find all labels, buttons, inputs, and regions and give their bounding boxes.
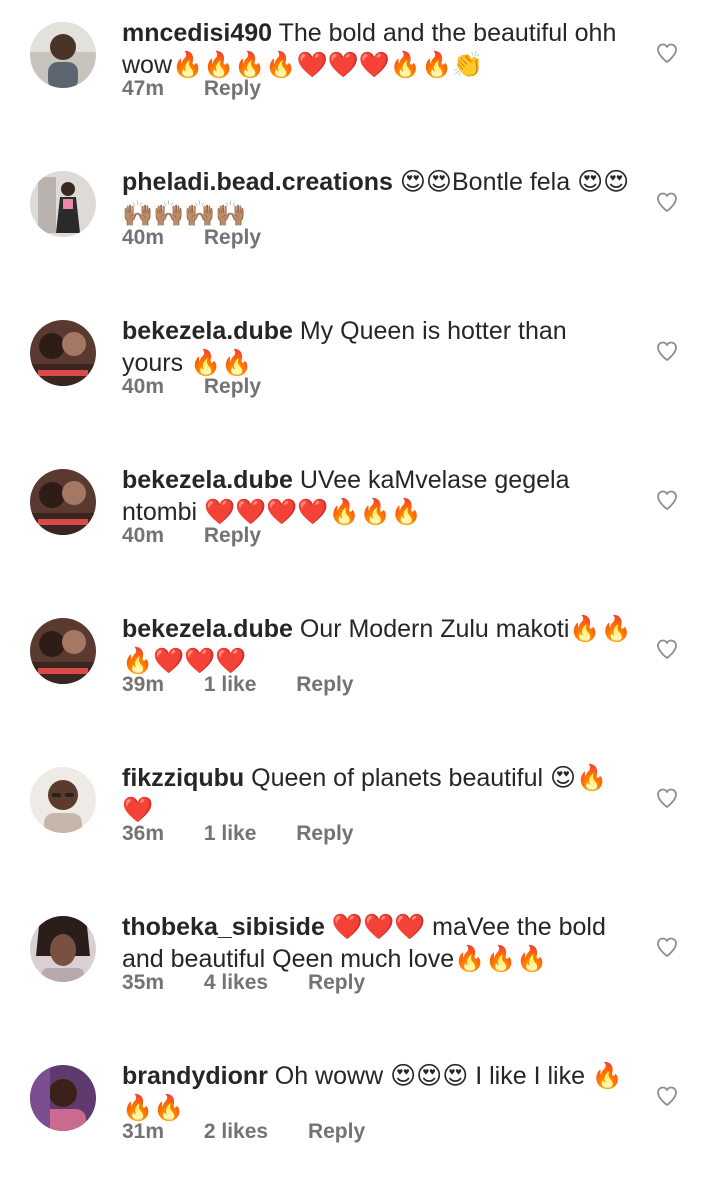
reply-button[interactable]: Reply [204, 77, 261, 100]
avatar[interactable] [30, 767, 96, 833]
comment-username[interactable]: fikzziqubu [122, 764, 244, 792]
comment-meta: 36m 1 like Reply [122, 822, 387, 846]
heart-outline-icon[interactable] [655, 190, 679, 214]
comment-meta: 40m Reply [122, 375, 295, 399]
like-count[interactable]: 4 likes [204, 971, 268, 994]
comment-timestamp: 31m [122, 1120, 165, 1143]
comment-text: thobeka_sibiside ❤️❤️❤️ maVee the bold a… [122, 912, 632, 975]
avatar[interactable] [30, 469, 96, 535]
comment-item: mncedisi490 The bold and the beautiful o… [0, 0, 720, 149]
comment-text: mncedisi490 The bold and the beautiful o… [122, 18, 632, 81]
comment-username[interactable]: bekezela.dube [122, 615, 293, 643]
comment-timestamp: 39m [122, 673, 165, 696]
reply-button[interactable]: Reply [204, 524, 261, 547]
avatar[interactable] [30, 171, 96, 237]
comment-timestamp: 40m [122, 375, 165, 398]
comment-item: thobeka_sibiside ❤️❤️❤️ maVee the bold a… [0, 894, 720, 1043]
comment-timestamp: 47m [122, 77, 165, 100]
avatar[interactable] [30, 618, 96, 684]
comment-username[interactable]: pheladi.bead.creations [122, 168, 393, 196]
avatar[interactable] [30, 1065, 96, 1131]
comment-text: brandydionr Oh woww 😍😍😍 I like I like 🔥🔥… [122, 1061, 632, 1124]
comment-item: fikzziqubu Queen of planets beautiful 😍🔥… [0, 745, 720, 894]
heart-outline-icon[interactable] [655, 488, 679, 512]
avatar[interactable] [30, 916, 96, 982]
comment-meta: 39m 1 like Reply [122, 673, 387, 697]
reply-button[interactable]: Reply [296, 822, 353, 845]
like-count[interactable]: 1 like [204, 822, 257, 845]
comment-meta: 35m 4 likes Reply [122, 971, 399, 995]
heart-outline-icon[interactable] [655, 786, 679, 810]
like-count[interactable]: 1 like [204, 673, 257, 696]
comment-item: bekezela.dube Our Modern Zulu makoti🔥🔥🔥❤… [0, 596, 720, 745]
reply-button[interactable]: Reply [204, 226, 261, 249]
heart-outline-icon[interactable] [655, 1084, 679, 1108]
comment-meta: 31m 2 likes Reply [122, 1120, 399, 1144]
comment-text: pheladi.bead.creations 😍😍Bontle fela 😍😍🙌… [122, 167, 632, 230]
comment-text: fikzziqubu Queen of planets beautiful 😍🔥… [122, 763, 632, 826]
avatar[interactable] [30, 22, 96, 88]
comment-timestamp: 36m [122, 822, 165, 845]
comment-timestamp: 40m [122, 524, 165, 547]
comment-username[interactable]: bekezela.dube [122, 317, 293, 345]
comment-username[interactable]: thobeka_sibiside [122, 913, 325, 941]
heart-outline-icon[interactable] [655, 41, 679, 65]
reply-button[interactable]: Reply [308, 971, 365, 994]
comment-meta: 47m Reply [122, 77, 295, 101]
comment-timestamp: 35m [122, 971, 165, 994]
reply-button[interactable]: Reply [308, 1120, 365, 1143]
comment-item: bekezela.dube My Queen is hotter than yo… [0, 298, 720, 447]
comment-meta: 40m Reply [122, 524, 295, 548]
comment-list: mncedisi490 The bold and the beautiful o… [0, 0, 720, 1168]
comment-username[interactable]: mncedisi490 [122, 19, 272, 47]
reply-button[interactable]: Reply [204, 375, 261, 398]
heart-outline-icon[interactable] [655, 935, 679, 959]
comment-username[interactable]: bekezela.dube [122, 466, 293, 494]
comment-meta: 40m Reply [122, 226, 295, 250]
reply-button[interactable]: Reply [296, 673, 353, 696]
comment-timestamp: 40m [122, 226, 165, 249]
comment-text: bekezela.dube Our Modern Zulu makoti🔥🔥🔥❤… [122, 614, 632, 677]
avatar[interactable] [30, 320, 96, 386]
comment-username[interactable]: brandydionr [122, 1062, 268, 1090]
heart-outline-icon[interactable] [655, 339, 679, 363]
comment-text: bekezela.dube My Queen is hotter than yo… [122, 316, 632, 379]
like-count[interactable]: 2 likes [204, 1120, 268, 1143]
comment-item: bekezela.dube UVee kaMvelase gegela ntom… [0, 447, 720, 596]
comment-text: bekezela.dube UVee kaMvelase gegela ntom… [122, 465, 632, 528]
comment-item: brandydionr Oh woww 😍😍😍 I like I like 🔥🔥… [0, 1043, 720, 1192]
comment-item: pheladi.bead.creations 😍😍Bontle fela 😍😍🙌… [0, 149, 720, 298]
heart-outline-icon[interactable] [655, 637, 679, 661]
